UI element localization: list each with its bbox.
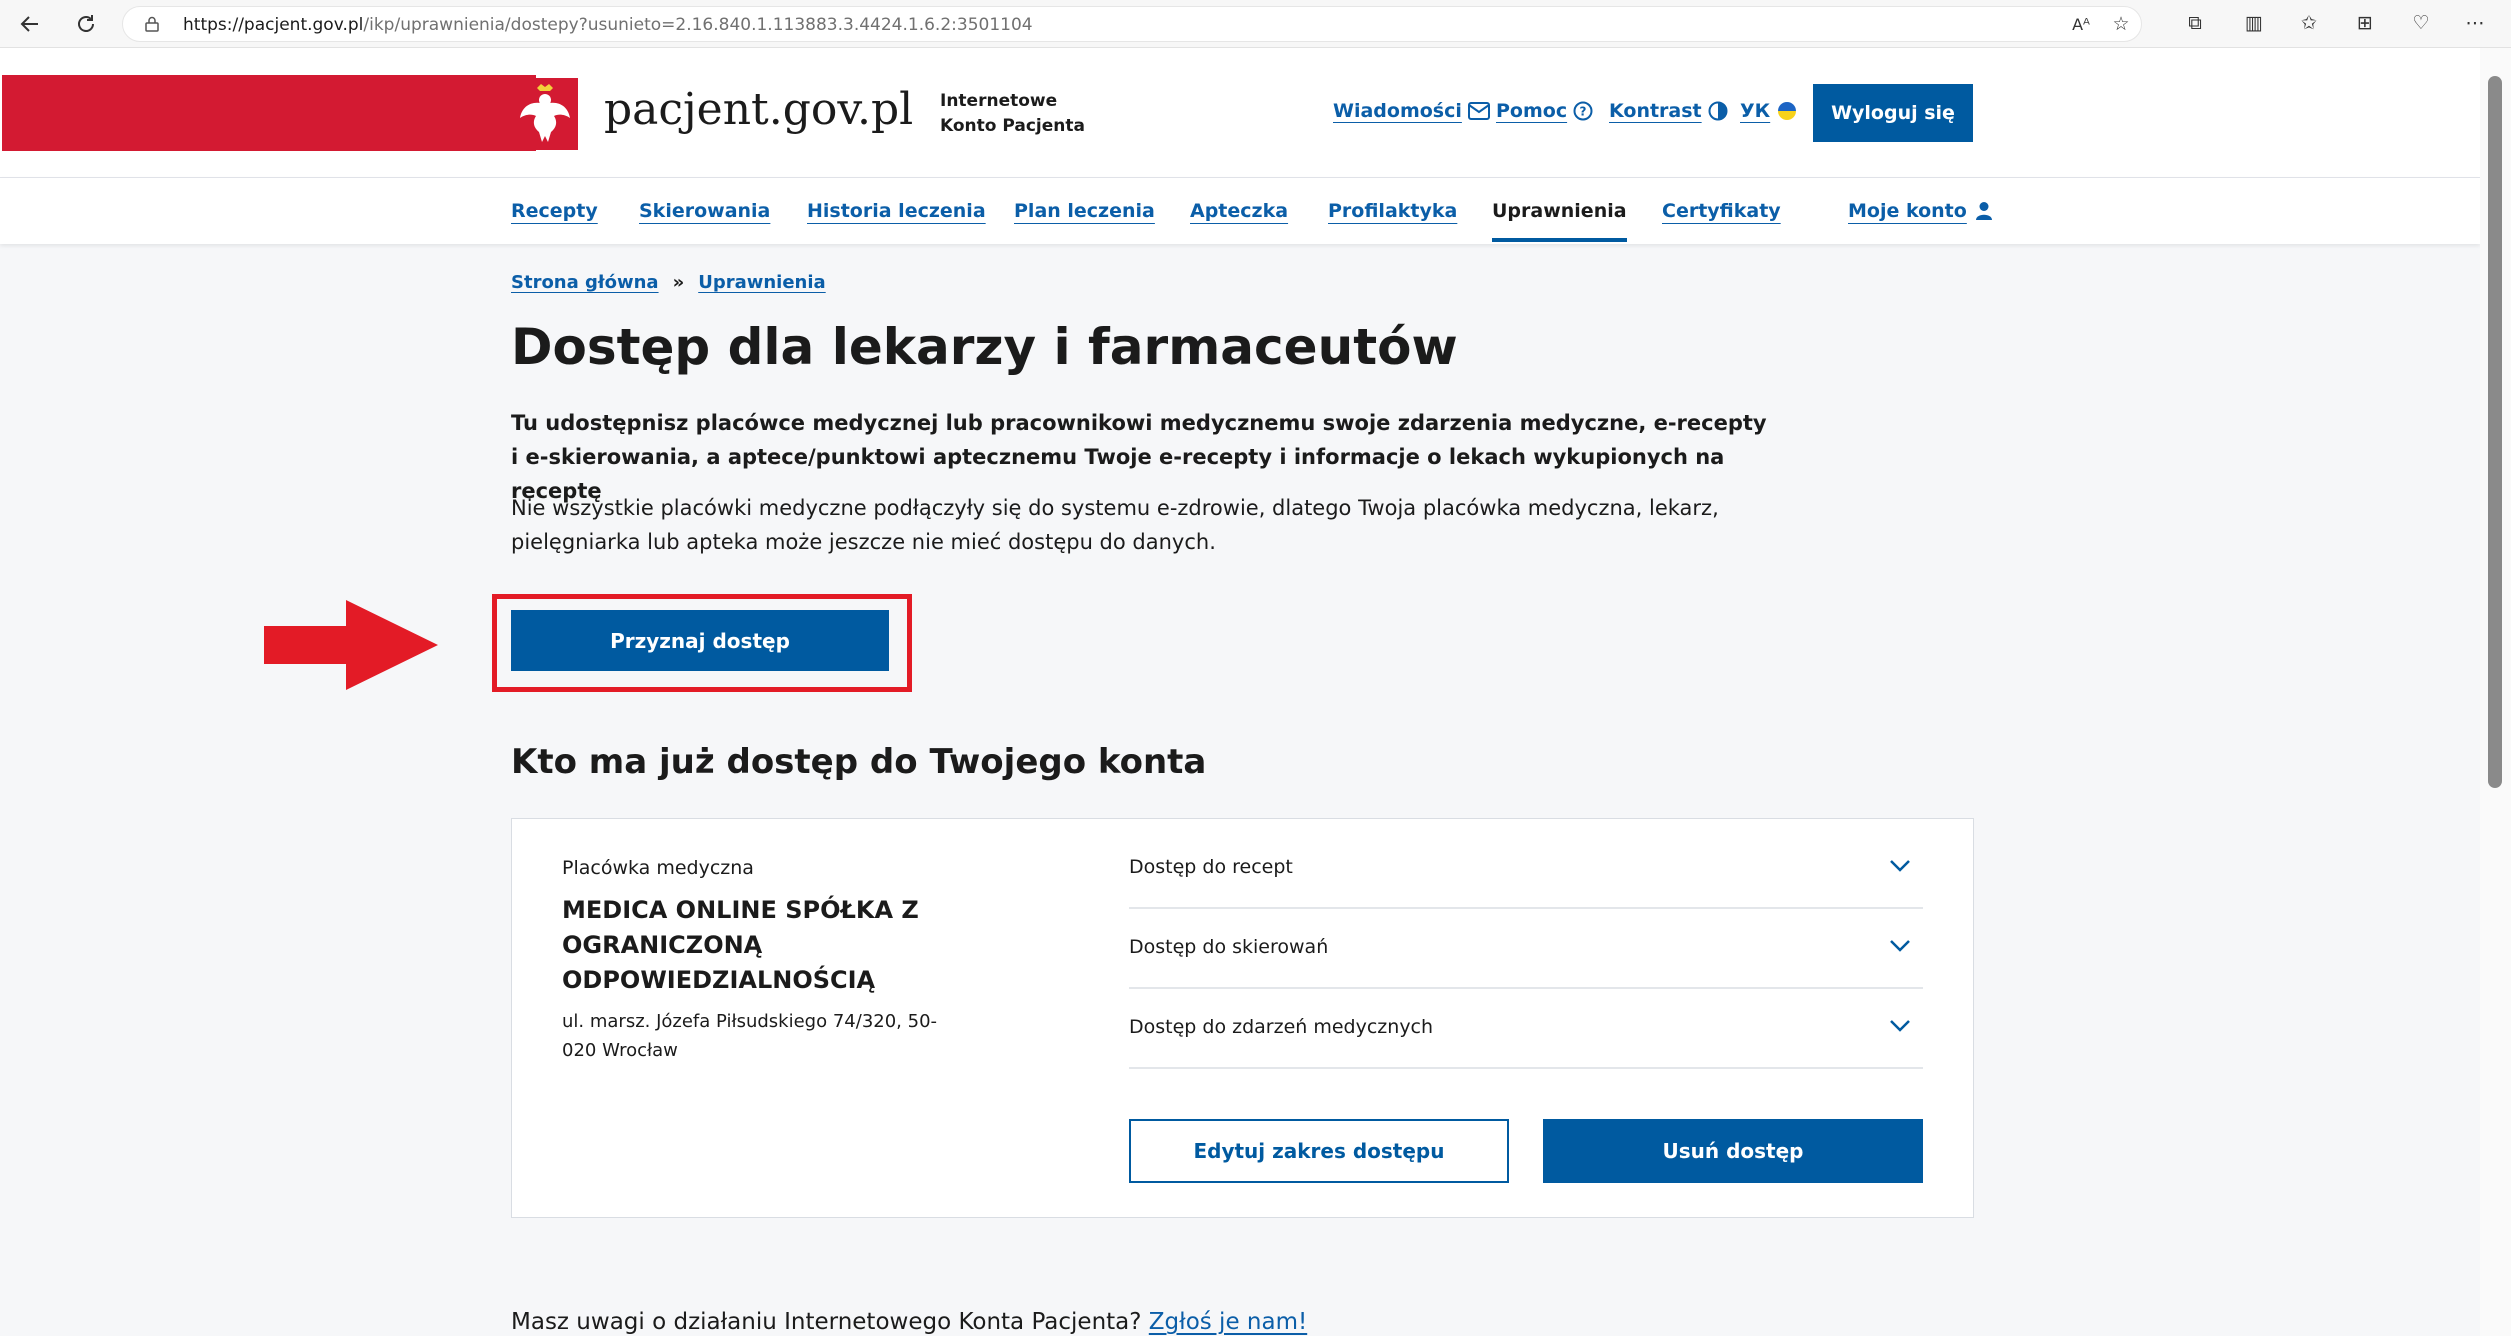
ukraine-flag-icon: [1778, 102, 1797, 120]
feedback-link[interactable]: Zgłoś je nam!: [1149, 1309, 1307, 1335]
address-bar[interactable]: https://pacjent.gov.pl/ikp/uprawnienia/d…: [122, 6, 2142, 42]
favorites-icon[interactable]: ✩: [2296, 10, 2322, 36]
chevron-down-icon: [1890, 940, 1910, 952]
envelope-icon: [1467, 102, 1490, 120]
nav-item-skierowania[interactable]: Skierowania: [639, 200, 770, 222]
extensions-icon[interactable]: ⧉: [2182, 10, 2208, 36]
read-aloud-icon[interactable]: Aᴬ: [2068, 11, 2094, 37]
site-header: pacjent.gov.pl Internetowe Konto Pacjent…: [0, 48, 2480, 178]
eagle-emblem-icon: [512, 78, 578, 150]
nav-item-apteczka[interactable]: Apteczka: [1190, 200, 1288, 222]
accordion-referrals-access[interactable]: Dostęp do skierowań: [1129, 909, 1923, 989]
grant-access-button[interactable]: Przyznaj dostęp: [511, 610, 889, 671]
favorite-star-icon[interactable]: ☆: [2108, 11, 2134, 37]
nav-item-profilaktyka[interactable]: Profilaktyka: [1328, 200, 1457, 222]
facility-name: MEDICA ONLINE SPÓŁKA Z OGRANICZONĄ ODPOW…: [562, 896, 919, 994]
lock-icon: [145, 16, 159, 32]
flag-red-band: [2, 75, 536, 151]
url-text: https://pacjent.gov.pl/ikp/uprawnienia/d…: [183, 15, 1033, 35]
access-card: Placówka medyczna MEDICA ONLINE SPÓŁKA Z…: [511, 818, 1974, 1218]
breadcrumb-home-link[interactable]: Strona główna: [511, 272, 659, 293]
contrast-icon: [1708, 101, 1728, 121]
browser-toolbar: https://pacjent.gov.pl/ikp/uprawnienia/d…: [0, 0, 2511, 48]
feedback-text: Masz uwagi o działaniu Internetowego Kon…: [511, 1309, 1308, 1335]
question-mark-icon: ?: [1573, 101, 1593, 121]
messages-link[interactable]: Wiadomości: [1333, 100, 1490, 122]
remove-access-button[interactable]: Usuń dostęp: [1543, 1119, 1923, 1183]
site-subtitle: Internetowe Konto Pacjenta: [940, 91, 1085, 136]
user-icon: [1975, 202, 1992, 220]
more-options-icon[interactable]: ⋯: [2462, 10, 2488, 36]
nav-item-moje-konto[interactable]: Moje konto: [1848, 200, 1993, 222]
refresh-icon[interactable]: [70, 8, 102, 40]
scrollbar-thumb[interactable]: [2488, 76, 2502, 788]
breadcrumb-current-link[interactable]: Uprawnienia: [698, 272, 825, 293]
chevron-down-icon: [1890, 1020, 1910, 1032]
split-screen-icon[interactable]: ▥: [2241, 10, 2267, 36]
collections-icon[interactable]: ⊞: [2352, 10, 2378, 36]
chevron-down-icon: [1890, 860, 1910, 872]
svg-text:?: ?: [1580, 105, 1587, 119]
nav-item-certyfikaty[interactable]: Certyfikaty: [1662, 200, 1781, 222]
nav-item-historia-leczenia[interactable]: Historia leczenia: [807, 200, 986, 222]
help-link[interactable]: Pomoc ?: [1496, 100, 1593, 122]
breadcrumb-separator: »: [672, 272, 685, 293]
breadcrumb: Strona główna » Uprawnienia: [511, 272, 826, 293]
accordion-medical-events-access[interactable]: Dostęp do zdarzeń medycznych: [1129, 989, 1923, 1069]
browser-essentials-icon[interactable]: ♡: [2408, 10, 2434, 36]
page-title: Dostęp dla lekarzy i farmaceutów: [511, 318, 1458, 376]
logout-button[interactable]: Wyloguj się: [1813, 84, 1973, 142]
contrast-link[interactable]: Kontrast: [1609, 100, 1728, 122]
nav-item-recepty[interactable]: Recepty: [511, 200, 598, 222]
facility-type: Placówka medyczna: [562, 857, 754, 879]
accordion-prescriptions-access[interactable]: Dostęp do recept: [1129, 829, 1923, 909]
main-nav: Recepty Skierowania Historia leczenia Pl…: [0, 178, 2480, 244]
nav-item-uprawnienia[interactable]: Uprawnienia: [1492, 200, 1627, 242]
nav-item-plan-leczenia[interactable]: Plan leczenia: [1014, 200, 1155, 222]
edit-access-scope-button[interactable]: Edytuj zakres dostępu: [1129, 1119, 1509, 1183]
section-title: Kto ma już dostęp do Twojego konta: [511, 742, 1207, 782]
site-name[interactable]: pacjent.gov.pl: [604, 84, 913, 135]
page-info-text: Nie wszystkie placówki medyczne podłączy…: [511, 496, 1719, 554]
facility-address: ul. marsz. Józefa Piłsudskiego 74/320, 5…: [562, 1011, 938, 1061]
back-arrow-icon[interactable]: [14, 8, 46, 40]
annotation-arrow-icon: [264, 600, 438, 690]
language-link[interactable]: УК: [1740, 100, 1798, 122]
